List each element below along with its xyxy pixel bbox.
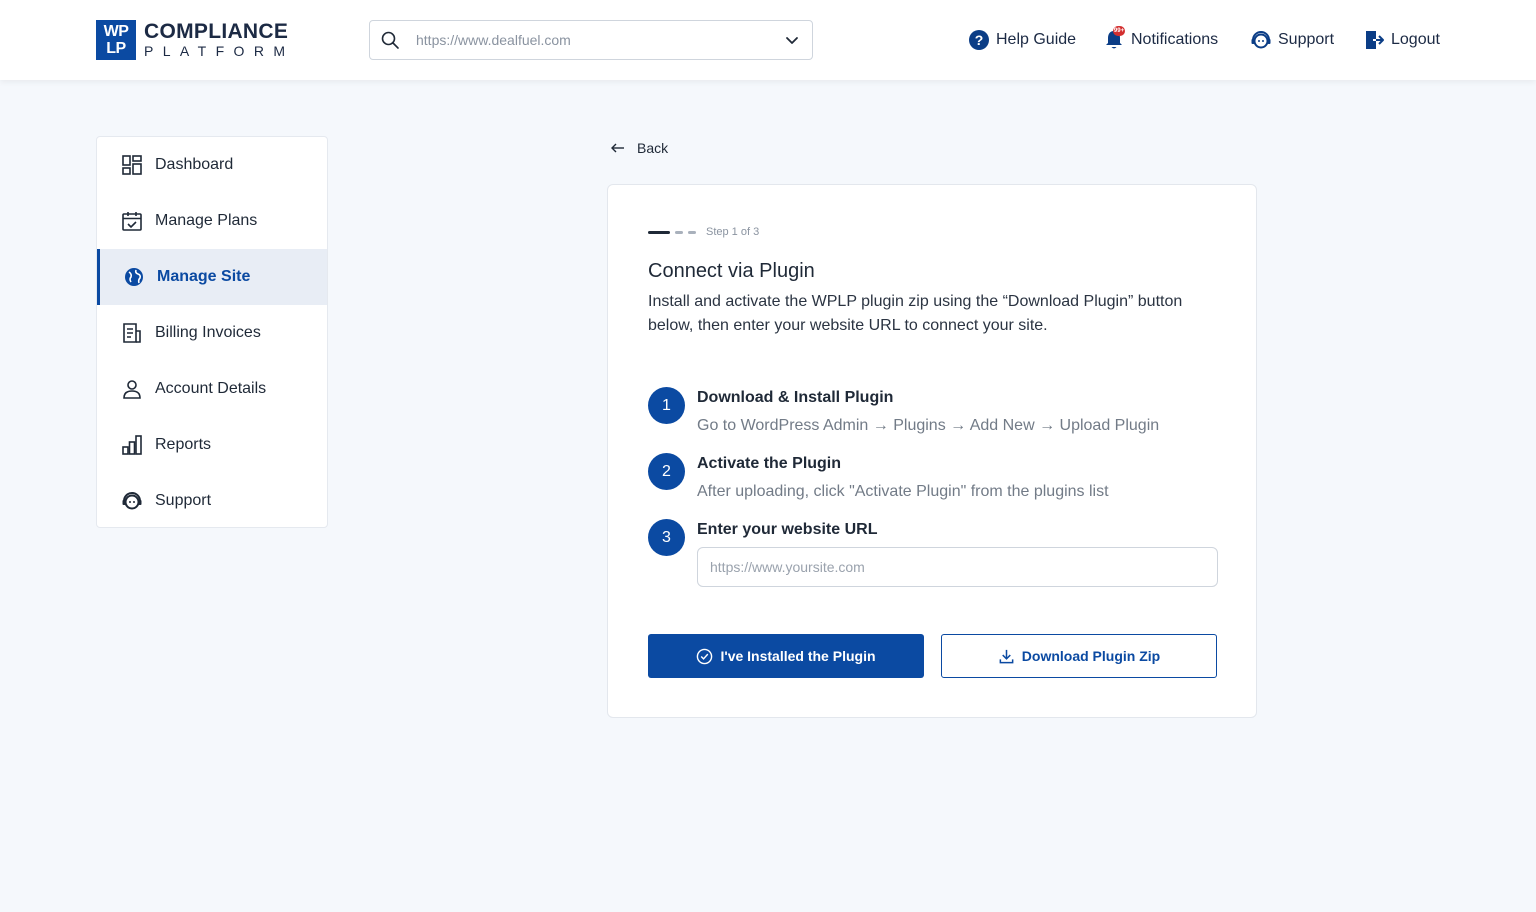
logo-text: COMPLIANCE PLATFORM (144, 20, 295, 60)
site-url-value: https://www.dealfuel.com (416, 32, 571, 48)
invoice-icon (123, 323, 141, 343)
logout-label: Logout (1391, 31, 1440, 48)
sidebar-item-manage-site[interactable]: Manage Site (97, 249, 327, 305)
connect-plugin-card: Step 1 of 3 Connect via Plugin Install a… (607, 184, 1257, 718)
check-circle-icon (697, 648, 713, 664)
user-icon (123, 380, 141, 399)
progress-segment-3 (688, 230, 696, 234)
back-label: Back (637, 140, 669, 156)
top-header: WP LP COMPLIANCE PLATFORM https://www.de… (0, 0, 1536, 80)
notifications-link[interactable]: 99+ Notifications (1103, 26, 1219, 52)
step-text: Go to WordPress Admin → Plugins → Add Ne… (697, 417, 1160, 434)
notifications-label: Notifications (1131, 31, 1219, 48)
logo-mark-bottom: LP (106, 40, 126, 57)
support-link[interactable]: Support (1250, 28, 1334, 52)
card-title: Connect via Plugin (648, 260, 815, 282)
site-url-select[interactable]: https://www.dealfuel.com (369, 20, 813, 60)
sidebar: Dashboard Manage Plans Manage Site Billi… (96, 136, 328, 528)
sidebar-item-billing-invoices[interactable]: Billing Invoices (97, 305, 327, 361)
sidebar-item-label: Dashboard (155, 156, 234, 173)
calendar-check-icon (122, 212, 142, 231)
sidebar-item-label: Reports (155, 436, 212, 453)
logout-icon (1366, 31, 1384, 49)
sidebar-item-manage-plans[interactable]: Manage Plans (97, 193, 327, 249)
globe-icon (125, 268, 143, 286)
download-plugin-zip-label: Download Plugin Zip (1021, 648, 1161, 664)
installed-plugin-button[interactable]: I've Installed the Plugin (648, 634, 924, 678)
sidebar-item-reports[interactable]: Reports (97, 417, 327, 473)
sidebar-item-account-details[interactable]: Account Details (97, 361, 327, 417)
help-guide-label: Help Guide (996, 31, 1077, 48)
logo-title: COMPLIANCE (144, 20, 289, 43)
logo-mark-top: WP (103, 23, 129, 40)
logo-mark: WP LP (96, 20, 136, 60)
installed-plugin-label: I've Installed the Plugin (720, 648, 876, 664)
notifications-badge: 99+ (1113, 26, 1125, 36)
step-title: Download & Install Plugin (697, 389, 894, 406)
step-number: 2 (648, 453, 685, 490)
notifications-icon-wrap: 99+ (1103, 26, 1125, 51)
search-icon (381, 31, 399, 49)
sidebar-item-label: Account Details (155, 380, 267, 397)
sidebar-item-label: Manage Site (157, 268, 251, 285)
brand-logo[interactable]: WP LP COMPLIANCE PLATFORM (96, 20, 294, 60)
arrow-left-icon (611, 143, 624, 153)
download-icon (999, 649, 1014, 663)
step-progress: Step 1 of 3 (648, 226, 759, 238)
step-number: 1 (648, 387, 685, 424)
support-agent-icon (1251, 31, 1271, 49)
step-number: 3 (648, 519, 685, 556)
support-agent-icon (122, 492, 142, 510)
dashboard-icon (122, 155, 142, 175)
bar-chart-icon (122, 435, 142, 455)
sidebar-item-label: Billing Invoices (155, 324, 261, 341)
help-circle-icon: ? (969, 30, 989, 50)
sidebar-item-label: Manage Plans (155, 212, 258, 229)
step-text: After uploading, click "Activate Plugin"… (697, 483, 1109, 500)
logout-link[interactable]: Logout (1363, 28, 1440, 52)
step-title: Enter your website URL (697, 521, 878, 538)
progress-segment-2 (675, 230, 683, 234)
support-label: Support (1278, 31, 1335, 48)
sidebar-item-dashboard[interactable]: Dashboard (97, 137, 327, 193)
website-url-input[interactable] (697, 547, 1218, 587)
svg-text:?: ? (975, 32, 984, 48)
back-link[interactable]: Back (610, 139, 668, 157)
step-progress-label: Step 1 of 3 (706, 226, 760, 238)
download-plugin-zip-button[interactable]: Download Plugin Zip (941, 634, 1217, 678)
help-guide-link[interactable]: ? Help Guide (968, 28, 1076, 52)
chevron-down-icon[interactable] (784, 32, 800, 48)
sidebar-item-label: Support (155, 492, 212, 509)
step-title: Activate the Plugin (697, 455, 842, 472)
progress-segment-1 (648, 230, 670, 234)
logo-subtitle: PLATFORM (144, 43, 295, 59)
card-description: Install and activate the WPLP plugin zip… (648, 293, 1183, 334)
sidebar-item-support[interactable]: Support (97, 473, 327, 527)
